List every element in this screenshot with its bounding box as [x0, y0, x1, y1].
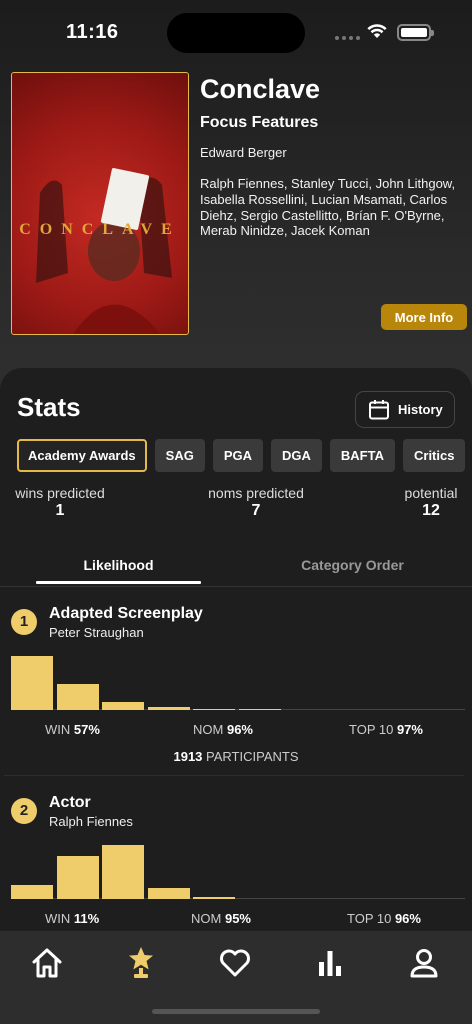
bar-chart-icon[interactable] [310, 943, 350, 983]
nominee-name: Peter Straughan [49, 625, 144, 640]
histogram-bar [147, 707, 190, 710]
top10-percent: TOP 10 97% [349, 722, 423, 737]
tab-bafta[interactable]: BAFTA [329, 439, 395, 472]
status-time: 11:16 [66, 21, 119, 43]
tab-pga[interactable]: PGA [212, 439, 264, 472]
more-info-button[interactable]: More Info [381, 304, 467, 330]
metric-label: noms predicted [208, 485, 304, 501]
category-name: Actor [49, 794, 91, 811]
cellular-signal-icon [335, 36, 360, 40]
histogram-bar [102, 845, 144, 899]
tab-academy-awards[interactable]: Academy Awards [17, 439, 147, 472]
person-icon[interactable] [404, 943, 444, 983]
category-name: Adapted Screenplay [49, 605, 203, 622]
tab-dga[interactable]: DGA [271, 439, 322, 472]
histogram-bar [11, 656, 53, 710]
movie-cast: Ralph Fiennes, Stanley Tucci, John Lithg… [200, 176, 456, 239]
metric-value: 7 [251, 502, 261, 519]
active-tab-indicator [36, 581, 201, 584]
card-divider [4, 775, 464, 776]
rank-badge: 2 [11, 798, 37, 824]
metric-noms: noms predicted 7 [196, 485, 316, 520]
tab-critics[interactable]: Critics [403, 439, 466, 472]
nom-percent: NOM 96% [193, 722, 253, 737]
histogram-bar [11, 884, 53, 899]
likelihood-histogram [11, 839, 465, 899]
calendar-icon [369, 399, 389, 419]
metric-value: 12 [422, 502, 440, 519]
poster-artwork [36, 177, 172, 334]
tabs-divider [0, 586, 472, 587]
tab-likelihood[interactable]: Likelihood [36, 557, 201, 573]
histogram-bar [238, 709, 281, 710]
histogram-bar [56, 856, 99, 899]
category-card[interactable]: 1 Adapted Screenplay Peter Straughan WIN… [4, 596, 465, 776]
metric-potential: potential 12 [400, 485, 462, 520]
win-percent: WIN 11% [45, 911, 100, 926]
category-card[interactable]: 2 Actor Ralph Fiennes WIN 11% NOM 95% TO… [4, 785, 465, 931]
participants-count: 1913 PARTICIPANTS [173, 749, 299, 764]
dynamic-island [167, 13, 305, 53]
battery-icon [397, 24, 434, 41]
metric-wins: wins predicted 1 [11, 485, 109, 520]
movie-title: Conclave [200, 74, 321, 104]
nom-percent: NOM 95% [191, 911, 251, 926]
home-indicator[interactable] [152, 1009, 320, 1014]
histogram-bar [193, 708, 235, 710]
movie-poster[interactable]: CONCLAVE [11, 72, 189, 335]
heart-icon[interactable] [215, 943, 255, 983]
histogram-bar [193, 897, 235, 899]
metric-label: potential [404, 485, 458, 501]
histogram-bar [56, 684, 99, 710]
poster-title-text: CONCLAVE [19, 221, 181, 238]
metric-label: wins predicted [15, 485, 105, 501]
movie-studio: Focus Features [200, 114, 319, 131]
stats-title: Stats [17, 392, 81, 422]
wifi-icon [367, 24, 387, 38]
histogram-bar [147, 888, 190, 899]
metric-value: 1 [55, 502, 65, 519]
histogram-bar [102, 702, 144, 710]
likelihood-histogram [11, 650, 465, 710]
nominee-name: Ralph Fiennes [49, 814, 133, 829]
movie-director: Edward Berger [200, 145, 287, 160]
award-show-tabs: Academy Awards SAG PGA DGA BAFTA Critics [17, 439, 472, 473]
history-button[interactable]: History [355, 391, 455, 428]
trophy-star-icon[interactable] [121, 943, 161, 983]
rank-badge: 1 [11, 609, 37, 635]
top10-percent: TOP 10 96% [347, 911, 421, 926]
history-label: History [398, 402, 443, 417]
home-icon[interactable] [27, 943, 67, 983]
tab-category-order[interactable]: Category Order [270, 557, 435, 573]
tab-sag[interactable]: SAG [154, 439, 205, 472]
win-percent: WIN 57% [45, 722, 100, 737]
